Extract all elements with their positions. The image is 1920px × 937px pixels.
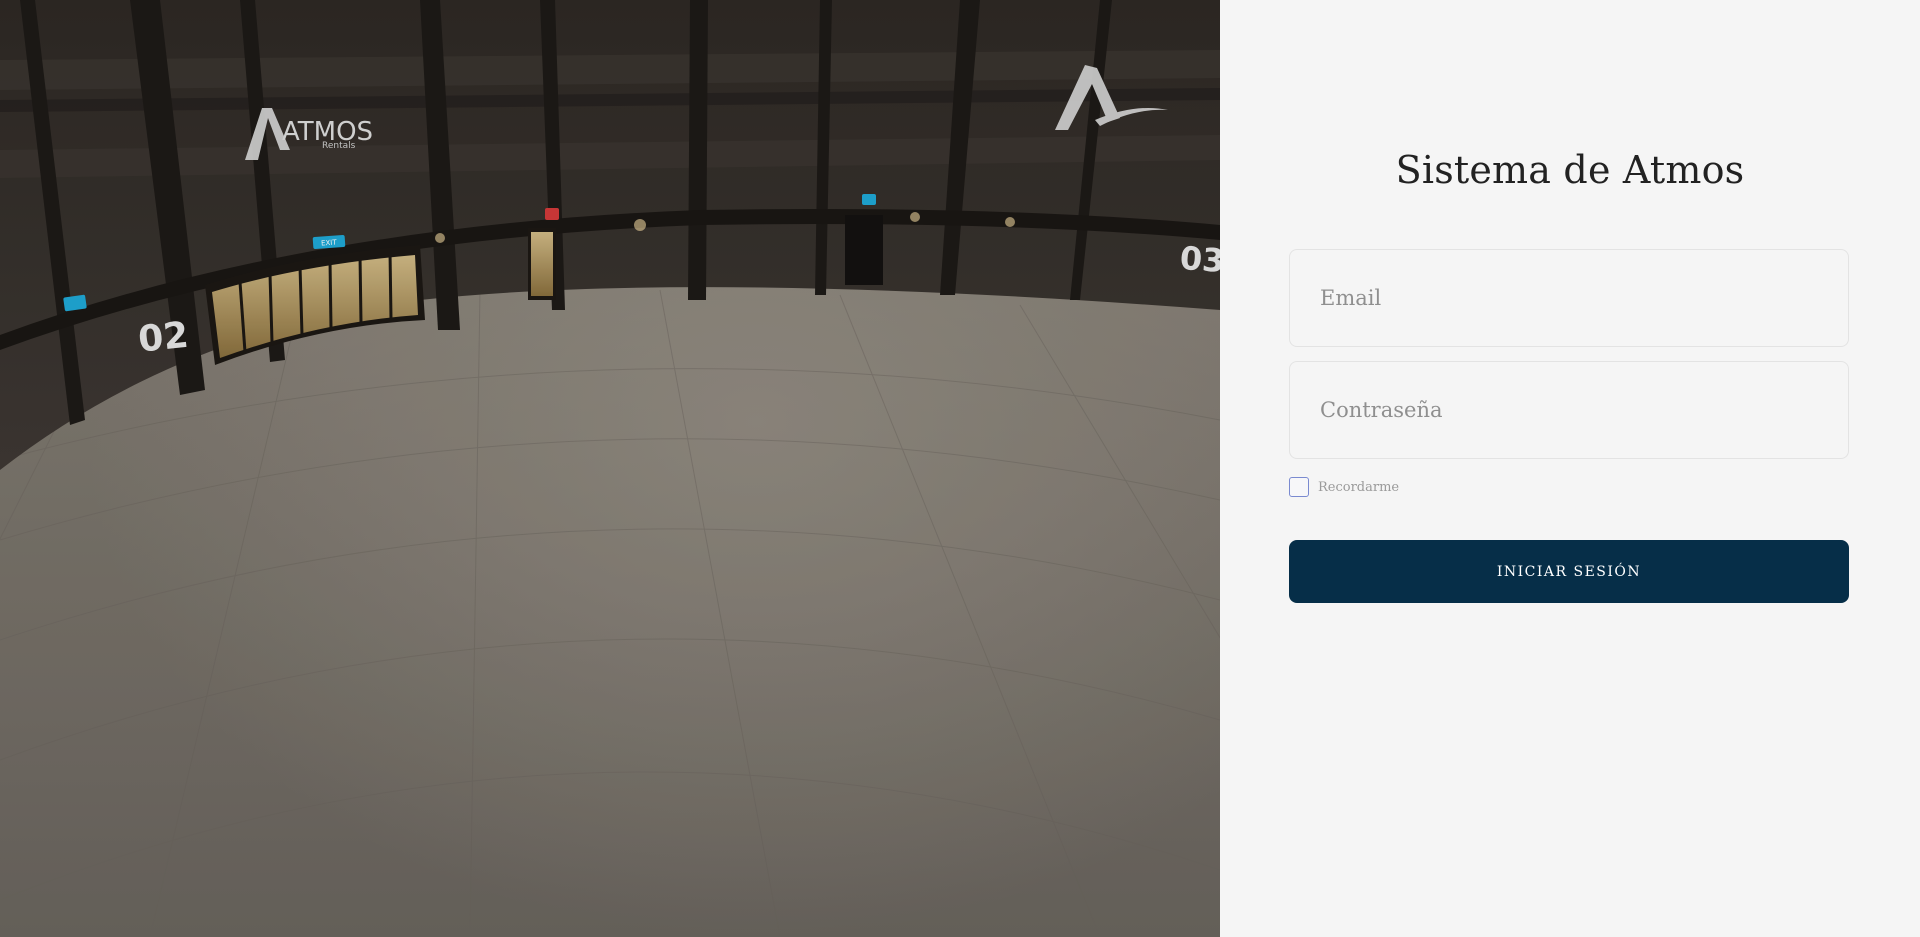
login-page: ATMOS Rentals 02 03 EXIT Sistema de Atmo…: [0, 0, 1920, 937]
password-field[interactable]: [1289, 361, 1849, 459]
remember-me-toggle[interactable]: Recordarme: [1289, 477, 1399, 497]
login-button[interactable]: INICIAR SESIÓN: [1289, 540, 1849, 603]
hero-image: ATMOS Rentals 02 03 EXIT: [0, 0, 1220, 937]
email-field[interactable]: [1289, 249, 1849, 347]
page-title: Sistema de Atmos: [1395, 148, 1745, 192]
login-panel: Sistema de Atmos Recordarme INICIAR SESI…: [1220, 0, 1920, 937]
remember-me-checkbox[interactable]: [1289, 477, 1309, 497]
remember-me-label: Recordarme: [1318, 479, 1400, 495]
